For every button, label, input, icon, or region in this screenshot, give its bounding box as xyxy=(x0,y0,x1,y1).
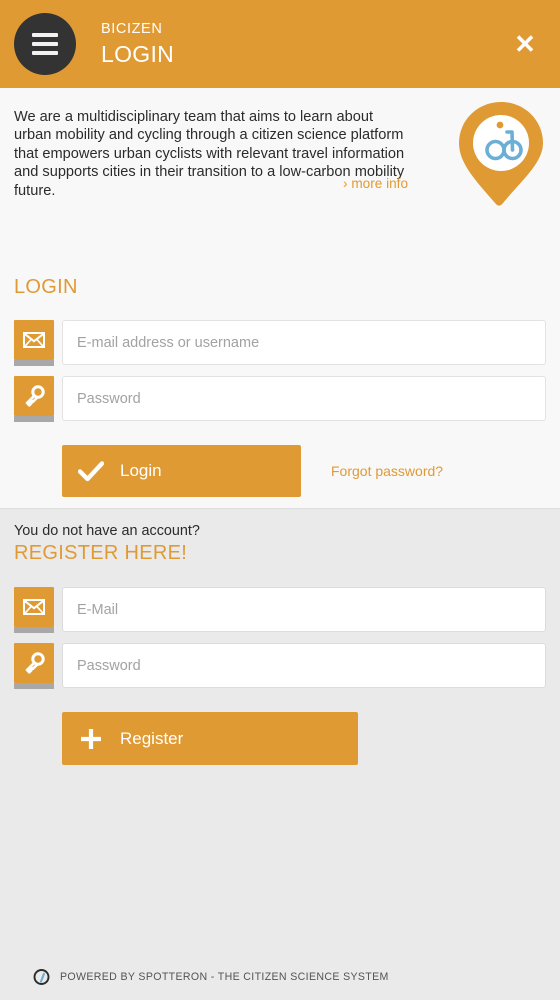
login-section: LOGIN Login xyxy=(0,214,560,508)
spotteron-pin-icon xyxy=(33,968,50,985)
register-email-row xyxy=(14,587,546,633)
bicycle-map-pin-logo xyxy=(459,102,543,206)
register-action-row: Register xyxy=(14,712,546,765)
page-title: LOGIN xyxy=(101,40,175,67)
hamburger-menu-icon-bar xyxy=(32,51,58,55)
register-button[interactable]: Register xyxy=(62,712,358,765)
envelope-icon xyxy=(23,599,45,615)
login-action-row: Login Forgot password? xyxy=(14,445,546,497)
hamburger-menu-icon-bar xyxy=(32,42,58,46)
register-heading: REGISTER HERE! xyxy=(14,542,188,564)
key-icon xyxy=(25,652,45,674)
key-icon-box xyxy=(14,376,54,422)
hamburger-menu-icon xyxy=(32,33,58,37)
plus-icon xyxy=(62,726,120,752)
register-password-input[interactable] xyxy=(62,643,546,688)
footer-text: POWERED BY SPOTTERON - THE CITIZEN SCIEN… xyxy=(60,971,389,983)
close-icon: ✕ xyxy=(514,29,536,59)
footer: POWERED BY SPOTTERON - THE CITIZEN SCIEN… xyxy=(0,954,560,1000)
login-email-row xyxy=(14,320,546,366)
login-heading: LOGIN xyxy=(14,276,78,298)
key-icon-box xyxy=(14,643,54,689)
header-title-group: BICIZEN LOGIN xyxy=(101,22,174,66)
login-button-label: Login xyxy=(120,461,162,480)
about-section: We are a multidisciplinary team that aim… xyxy=(0,88,560,214)
key-icon xyxy=(25,385,45,407)
checkmark-icon xyxy=(62,460,120,482)
envelope-icon-box xyxy=(14,320,54,366)
login-password-input[interactable] xyxy=(62,376,546,421)
hamburger-menu-button[interactable] xyxy=(14,13,76,75)
register-button-label: Register xyxy=(120,728,184,748)
login-password-row xyxy=(14,376,546,422)
app-name: BICIZEN xyxy=(101,21,163,38)
login-button[interactable]: Login xyxy=(62,445,301,497)
more-info-link[interactable]: › more info xyxy=(343,176,408,191)
register-email-input[interactable] xyxy=(62,587,546,632)
register-prompt: You do not have an account? xyxy=(14,523,200,539)
envelope-icon-box xyxy=(14,587,54,633)
envelope-icon xyxy=(23,332,45,348)
app-header: BICIZEN LOGIN ✕ xyxy=(0,0,560,88)
register-section: You do not have an account? REGISTER HER… xyxy=(0,509,560,765)
login-email-input[interactable] xyxy=(62,320,546,365)
register-password-row xyxy=(14,643,546,689)
close-button[interactable]: ✕ xyxy=(508,27,542,61)
forgot-password-link[interactable]: Forgot password? xyxy=(331,463,443,479)
